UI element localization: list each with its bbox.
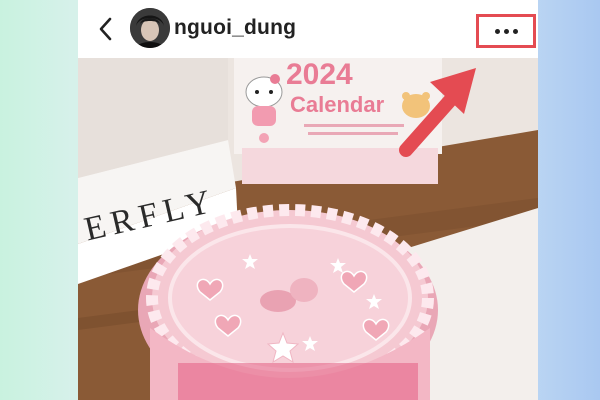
instagram-post-screen: nguoi_dung ERFLY 2024 Calendar bbox=[78, 0, 538, 400]
more-horizontal-icon bbox=[494, 28, 518, 34]
more-options-button[interactable] bbox=[476, 14, 536, 48]
calendar-year: 2024 bbox=[286, 58, 353, 91]
post-header: nguoi_dung bbox=[78, 0, 538, 58]
calendar-label: Calendar bbox=[290, 92, 385, 117]
avatar[interactable] bbox=[130, 8, 170, 48]
back-button[interactable] bbox=[94, 14, 118, 44]
username[interactable]: nguoi_dung bbox=[174, 14, 296, 42]
arrow-pointer-icon bbox=[399, 68, 476, 157]
chevron-left-icon bbox=[99, 17, 112, 41]
avatar-image bbox=[130, 8, 170, 48]
